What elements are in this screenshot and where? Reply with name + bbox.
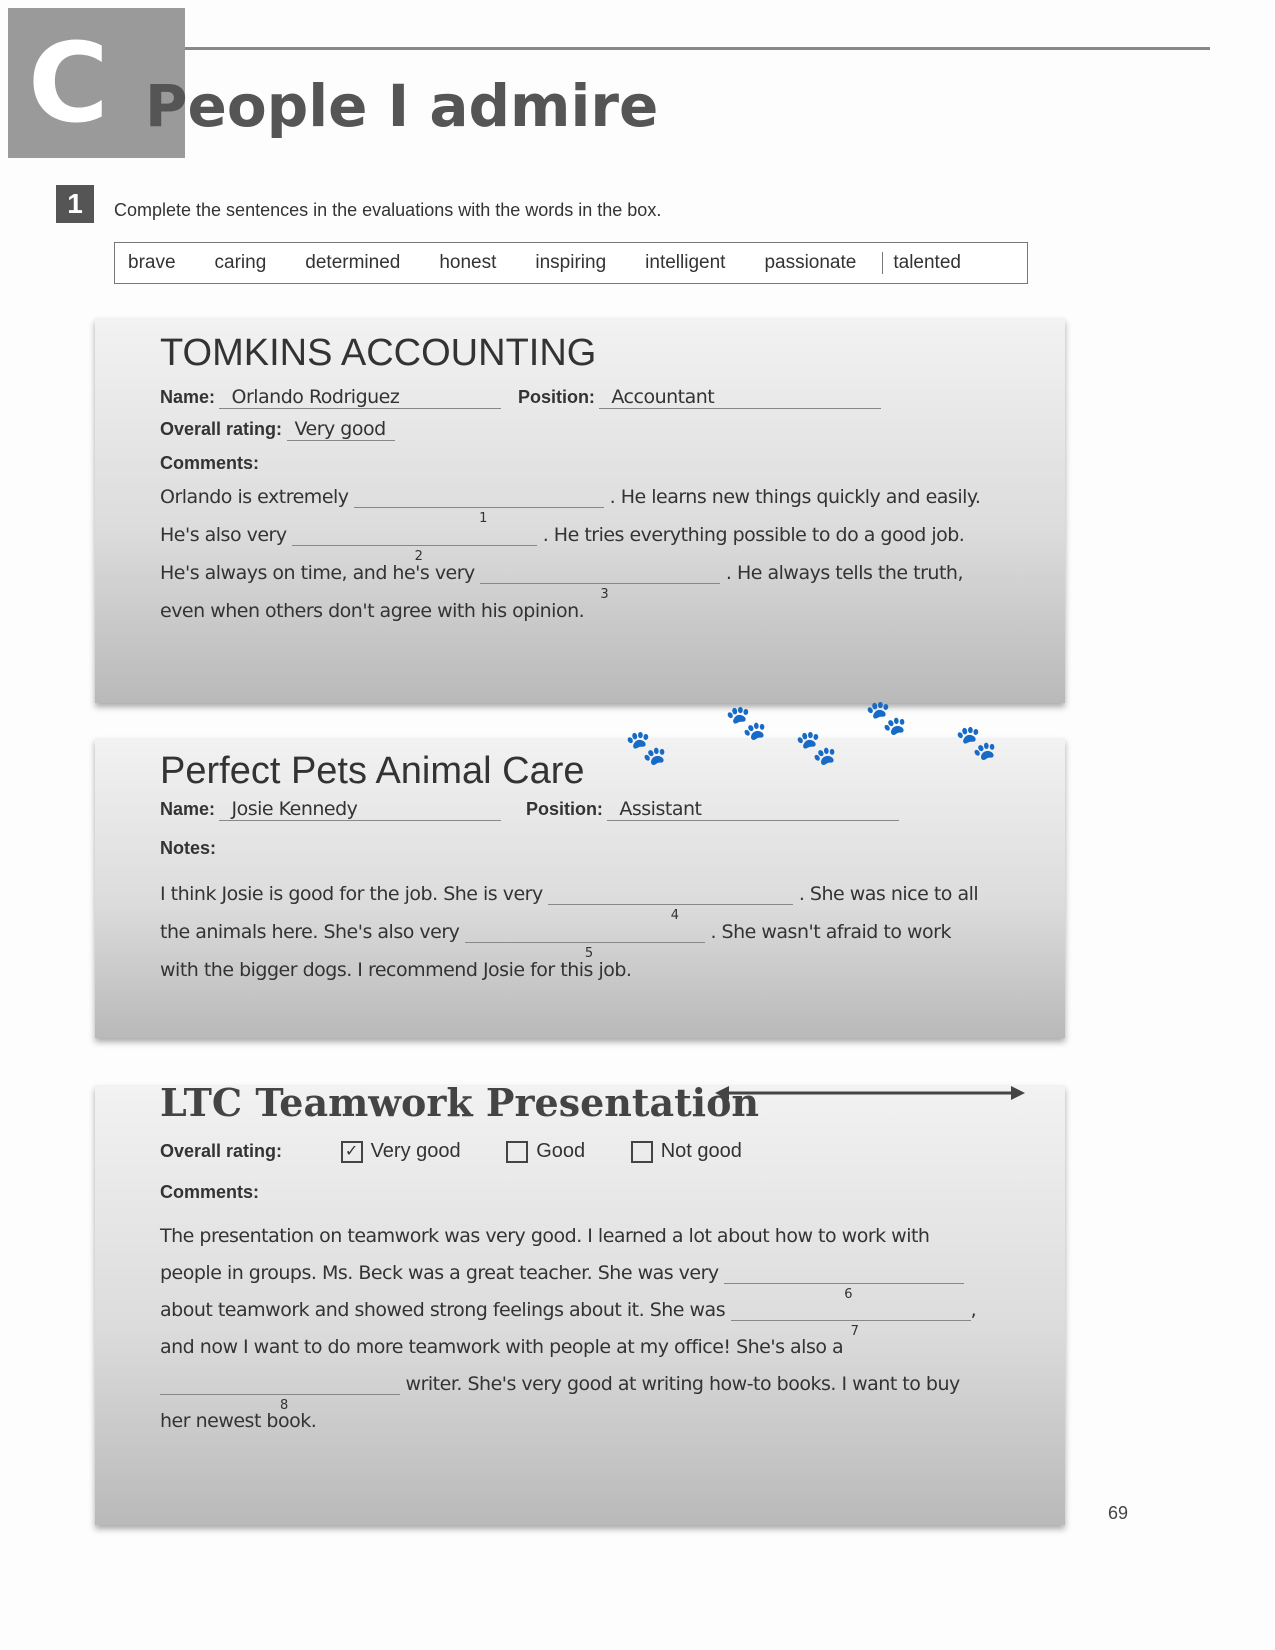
text: ,	[970, 1299, 977, 1321]
page-title: People I admire	[145, 72, 659, 140]
sentence-5: 8 writer. She's very good at writing how…	[160, 1373, 961, 1413]
sentence-1: The presentation on teamwork was very go…	[160, 1225, 930, 1247]
notes-label: Notes:	[160, 838, 217, 858]
rating-row: Overall rating: ✓ Very good Good Not good	[160, 1140, 742, 1163]
word: brave	[128, 252, 176, 273]
checkbox-icon[interactable]	[630, 1140, 653, 1163]
evaluation-card-perfect-pets: Perfect Pets Animal Care 🐾 🐾 🐾 🐾 🐾 Name:…	[95, 699, 1065, 1038]
text: people in groups. Ms. Beck was a great t…	[160, 1262, 719, 1284]
evaluation-card-tomkins: TOMKINS ACCOUNTING Name: Orlando Rodrigu…	[95, 318, 1065, 703]
rating-value: Very good	[286, 418, 395, 441]
option-very-good[interactable]: ✓ Very good	[340, 1140, 461, 1163]
position-label: Position:	[525, 799, 603, 819]
paw-print-icon: 🐾	[625, 729, 668, 767]
word: determined	[305, 252, 401, 273]
word: honest	[439, 252, 497, 273]
checkbox-icon[interactable]	[506, 1140, 529, 1163]
exercise-instruction: Complete the sentences in the evaluation…	[114, 200, 662, 220]
checkbox-checked-icon[interactable]: ✓	[340, 1140, 363, 1163]
blank-1[interactable]: 1	[354, 487, 605, 526]
sentence-2: the animals here. She's also very 5 . Sh…	[160, 921, 951, 961]
option-not-good[interactable]: Not good	[630, 1140, 742, 1163]
double-arrow-icon	[715, 1086, 1025, 1100]
word: intelligent	[645, 252, 726, 273]
word: caring	[214, 252, 267, 273]
company-name: TOMKINS ACCOUNTING	[160, 332, 597, 374]
blank-8[interactable]: 8	[160, 1374, 400, 1413]
text: He's also very	[160, 524, 287, 546]
rating-label: Overall rating:	[160, 1141, 283, 1161]
blank-number: 7	[850, 1324, 859, 1339]
text: He's always on time, and he's very	[160, 562, 475, 584]
page-number: 69	[1108, 1503, 1129, 1523]
blank-7[interactable]: 7	[730, 1300, 971, 1339]
position-label: Position:	[517, 387, 595, 407]
workbook-page: C People I admire 1 Complete the sentenc…	[0, 0, 1275, 1650]
company-name: Perfect Pets Animal Care	[160, 750, 585, 792]
name-row: Name: Orlando Rodriguez Position: Accoun…	[160, 386, 882, 409]
position-value: Accountant	[599, 386, 882, 409]
sentence-1: I think Josie is good for the job. She i…	[160, 883, 979, 923]
blank-6[interactable]: 6	[724, 1263, 965, 1302]
word: talented	[882, 252, 975, 274]
text: . He always tells the truth,	[725, 562, 964, 584]
word: passionate	[764, 252, 857, 273]
word: inspiring	[535, 252, 607, 273]
sentence-3: about teamwork and showed strong feeling…	[160, 1299, 977, 1339]
paw-print-icon: 🐾	[725, 704, 768, 742]
position-value: Assistant	[607, 798, 900, 821]
text: . He tries everything possible to do a g…	[542, 524, 965, 546]
rating-label: Overall rating:	[160, 419, 283, 439]
exercise-number: 1	[56, 185, 94, 223]
section-letter: C	[28, 19, 109, 147]
name-label: Name:	[160, 387, 216, 407]
paw-print-icon: 🐾	[955, 724, 998, 762]
sentence-2: people in groups. Ms. Beck was a great t…	[160, 1262, 965, 1302]
word-box: brave caring determined honest inspiring…	[114, 242, 1028, 284]
text: the animals here. She's also very	[160, 921, 460, 943]
comments-label: Comments:	[160, 453, 260, 473]
paw-print-icon: 🐾	[865, 699, 908, 737]
name-value: Orlando Rodriguez	[219, 386, 502, 409]
name-row: Name: Josie Kennedy Position: Assistant	[160, 798, 900, 821]
option-good[interactable]: Good	[506, 1140, 586, 1163]
comments-label: Comments:	[160, 1182, 260, 1202]
name-label: Name:	[160, 799, 216, 819]
name-value: Josie Kennedy	[219, 798, 502, 821]
text: writer. She's very good at writing how-t…	[405, 1373, 961, 1395]
text: . She wasn't afraid to work	[710, 921, 951, 943]
blank-5[interactable]: 5	[464, 922, 705, 961]
rating-row: Overall rating: Very good	[160, 418, 395, 441]
text: about teamwork and showed strong feeling…	[160, 1299, 726, 1321]
sentence-4: even when others don't agree with his op…	[160, 600, 585, 622]
sentence-1: Orlando is extremely 1 . He learns new t…	[160, 486, 981, 526]
evaluation-card-ltc: LTC Teamwork Presentation Overall rating…	[95, 1080, 1065, 1525]
blank-2[interactable]: 2	[292, 525, 538, 564]
sentence-6: her newest book.	[160, 1410, 317, 1432]
text: . He learns new things quickly and easil…	[609, 486, 981, 508]
blank-3[interactable]: 3	[480, 563, 721, 602]
sentence-3: with the bigger dogs. I recommend Josie …	[160, 959, 632, 981]
option-label: Not good	[660, 1140, 742, 1162]
option-label: Good	[536, 1140, 586, 1162]
sentence-3: He's always on time, and he's very 3 . H…	[160, 562, 964, 602]
text: . She was nice to all	[798, 883, 979, 905]
sentence-2: He's also very 2 . He tries everything p…	[160, 524, 965, 564]
blank-4[interactable]: 4	[548, 884, 794, 923]
text: I think Josie is good for the job. She i…	[160, 883, 543, 905]
presentation-title: LTC Teamwork Presentation	[160, 1080, 760, 1125]
sentence-4: and now I want to do more teamwork with …	[160, 1336, 844, 1358]
paw-print-icon: 🐾	[795, 729, 838, 767]
option-label: Very good	[370, 1140, 461, 1162]
blank-number: 3	[600, 587, 609, 602]
text: Orlando is extremely	[160, 486, 349, 508]
top-rule	[185, 47, 1210, 50]
